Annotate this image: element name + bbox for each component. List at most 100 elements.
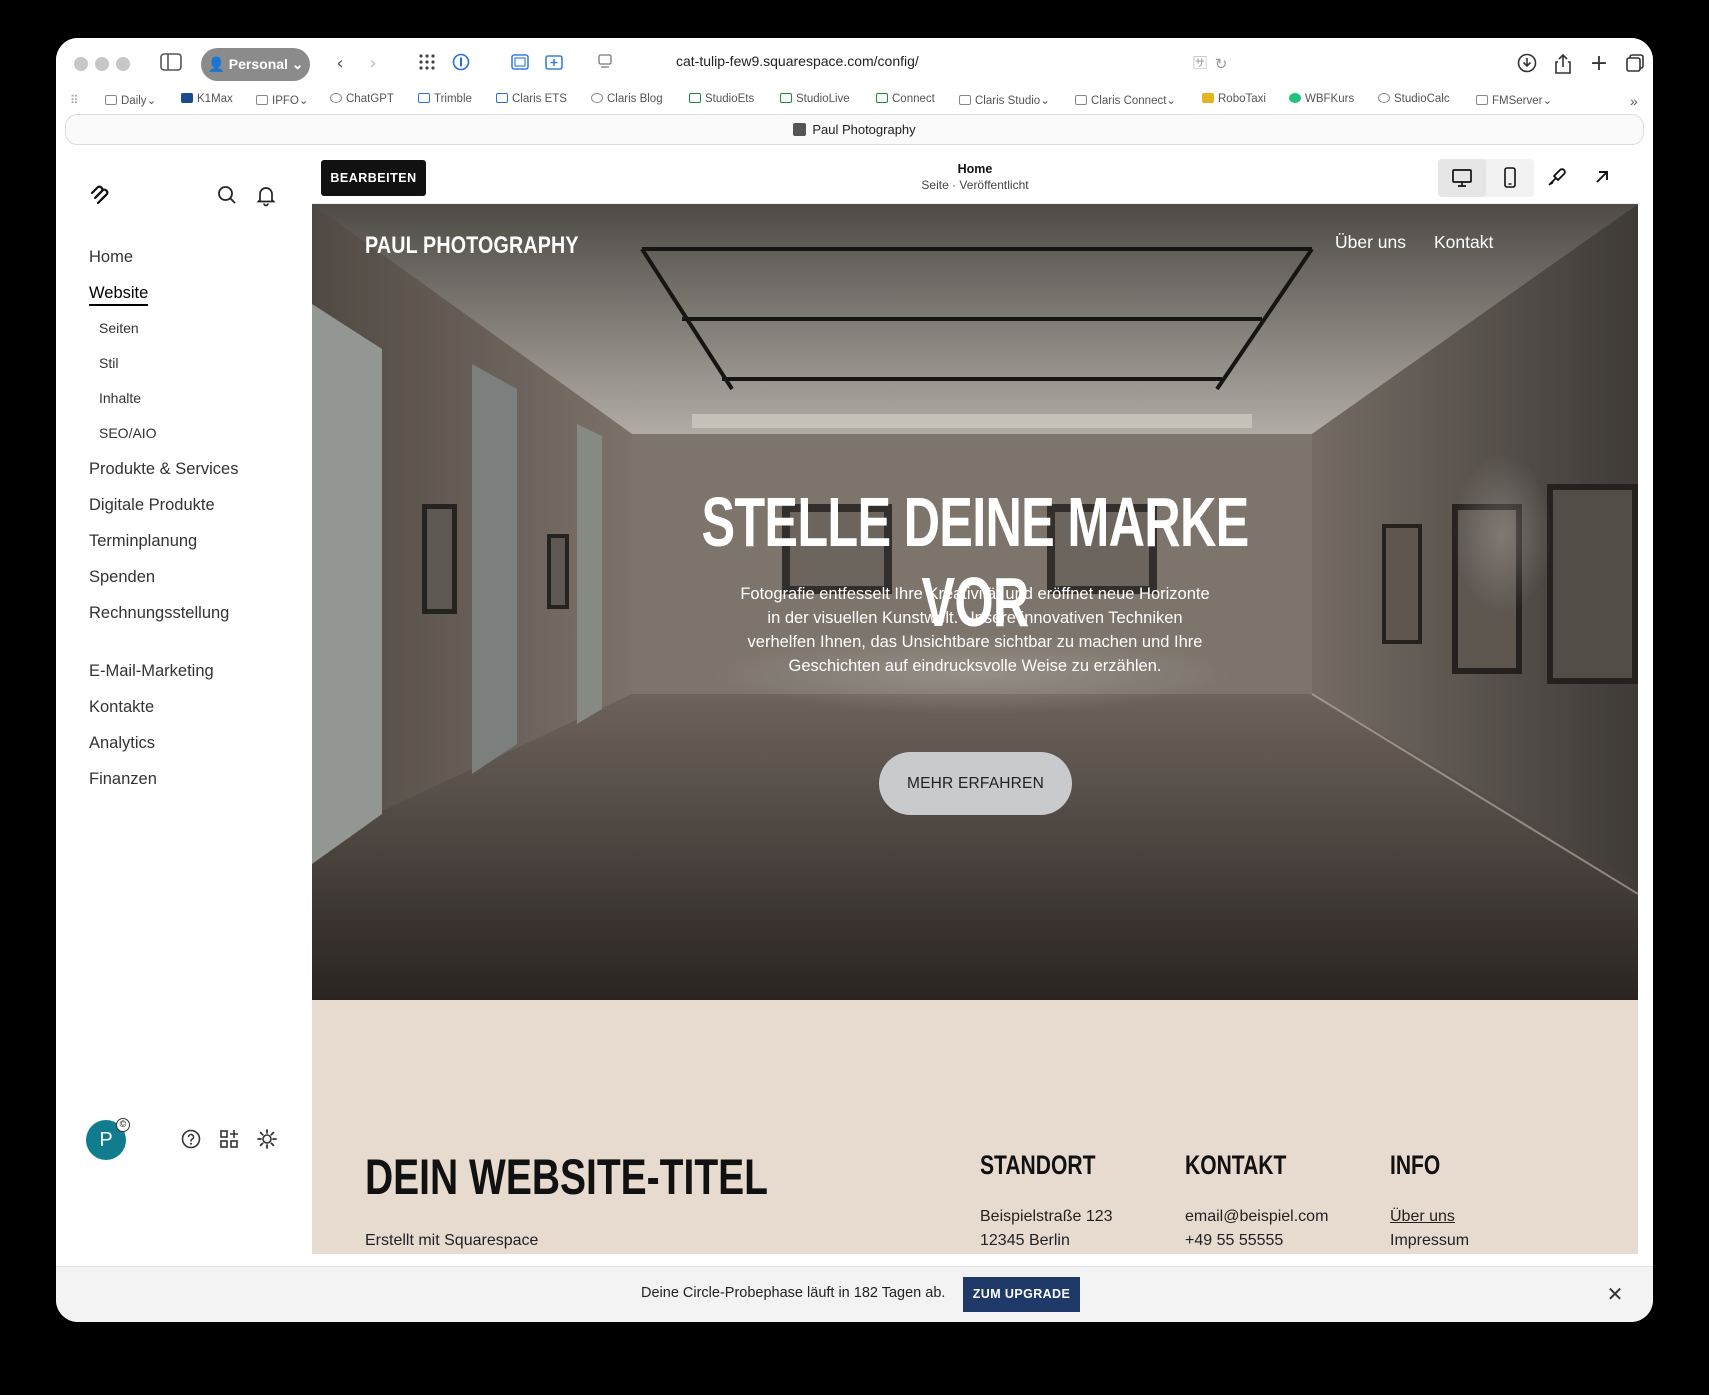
minimize-window-button[interactable] bbox=[95, 57, 109, 71]
hero-section: PAUL PHOTOGRAPHY Über uns Kontakt STELLE… bbox=[312, 204, 1638, 1000]
bookmark-ipfo[interactable]: IPFO⌄ bbox=[256, 93, 308, 107]
bookmark-chatgpt[interactable]: ChatGPT bbox=[330, 93, 394, 105]
sidebar-subitem-inhalte[interactable]: Inhalte bbox=[99, 390, 141, 406]
upgrade-button[interactable]: ZUM UPGRADE bbox=[963, 1277, 1080, 1312]
sidebar-toggle-icon[interactable] bbox=[159, 53, 183, 75]
more-bookmarks-icon[interactable]: » bbox=[1630, 93, 1638, 109]
reader-icon[interactable] bbox=[593, 53, 617, 75]
bookmark-studioets[interactable]: StudioEts bbox=[689, 93, 754, 105]
connect-icon bbox=[876, 93, 888, 103]
help-icon[interactable] bbox=[180, 1128, 202, 1150]
bookmark-claris-blog[interactable]: Claris Blog bbox=[591, 93, 663, 105]
browser-window: 👤 Personal ⌄ ‹ › cat-tulip-few9.squaresp… bbox=[56, 38, 1653, 1322]
mobile-view-button[interactable] bbox=[1486, 159, 1534, 197]
footer-location-line2: 12345 Berlin bbox=[980, 1232, 1070, 1249]
mobile-icon bbox=[1504, 167, 1516, 188]
robotaxi-icon bbox=[1202, 93, 1214, 103]
profile-pill[interactable]: 👤 Personal ⌄ bbox=[201, 48, 310, 81]
tabs-icon[interactable] bbox=[1623, 53, 1647, 75]
bookmark-claris-ets[interactable]: Claris ETS bbox=[496, 93, 567, 105]
close-window-button[interactable] bbox=[74, 57, 88, 71]
site-nav-about[interactable]: Über uns bbox=[1335, 232, 1406, 253]
sidebar-subitem-seo[interactable]: SEO/AIO bbox=[99, 425, 157, 441]
download-icon[interactable] bbox=[1515, 53, 1539, 75]
folder-icon bbox=[1075, 95, 1087, 105]
forward-icon[interactable]: › bbox=[361, 53, 385, 75]
sidebar-item-email-marketing[interactable]: E-Mail-Marketing bbox=[89, 662, 214, 681]
sidebar-item-spenden[interactable]: Spenden bbox=[89, 568, 155, 587]
desktop-view-button[interactable] bbox=[1438, 159, 1486, 197]
close-icon[interactable]: ✕ bbox=[1604, 1283, 1626, 1305]
footer-location-heading: STANDORT bbox=[980, 1150, 1096, 1180]
hero-text: Fotografie entfesselt Ihre Kreativität u… bbox=[740, 585, 1210, 675]
password-icon[interactable] bbox=[449, 53, 473, 75]
sidebar-subitem-stil[interactable]: Stil bbox=[99, 355, 118, 371]
bookmark-connect[interactable]: Connect bbox=[876, 93, 935, 105]
tab-overview-icon[interactable] bbox=[508, 53, 532, 75]
sidebar-item-terminplanung[interactable]: Terminplanung bbox=[89, 532, 197, 551]
apps-icon[interactable] bbox=[218, 1128, 240, 1150]
footer-link-about[interactable]: Über uns bbox=[1390, 1208, 1455, 1226]
tab-title: Paul Photography bbox=[812, 122, 916, 137]
bell-icon[interactable] bbox=[254, 183, 278, 207]
sidebar-item-analytics[interactable]: Analytics bbox=[89, 734, 155, 753]
sidebar-subitem-seiten[interactable]: Seiten bbox=[99, 320, 139, 336]
device-view-toggle bbox=[1438, 159, 1534, 197]
design-brush-icon[interactable] bbox=[1544, 164, 1570, 190]
sidebar-item-produkte[interactable]: Produkte & Services bbox=[89, 460, 238, 479]
new-tab-group-icon[interactable] bbox=[542, 53, 566, 75]
address-bar[interactable]: cat-tulip-few9.squarespace.com/config/ bbox=[676, 53, 1276, 69]
footer-contact-email[interactable]: email@beispiel.com bbox=[1185, 1208, 1328, 1226]
footer-title: DEIN WEBSITE-TITEL bbox=[365, 1149, 768, 1205]
bookmark-studiocalc[interactable]: StudioCalc bbox=[1378, 93, 1450, 105]
footer-link-imprint[interactable]: Impressum bbox=[1390, 1232, 1469, 1250]
bookmarks-grid-icon[interactable]: ⠿ bbox=[70, 93, 78, 107]
bookmark-trimble[interactable]: Trimble bbox=[418, 93, 472, 105]
squarespace-sidebar: Home Website Seiten Stil Inhalte SEO/AIO… bbox=[56, 150, 312, 1254]
search-icon[interactable] bbox=[215, 183, 239, 207]
tab-favicon-icon bbox=[793, 123, 807, 136]
trial-message: Deine Circle-Probephase läuft in 182 Tag… bbox=[641, 1285, 946, 1301]
footer-contact-phone[interactable]: +49 55 55555 bbox=[1185, 1232, 1283, 1250]
new-tab-icon[interactable]: + bbox=[1587, 53, 1611, 75]
grid-apps-icon[interactable] bbox=[415, 53, 439, 75]
editor-toolbar: BEARBEITEN Home Seite · Veröffentlicht bbox=[312, 150, 1638, 204]
page-title: Home bbox=[957, 162, 993, 176]
sidebar-item-kontakte[interactable]: Kontakte bbox=[89, 698, 154, 717]
sidebar-item-finanzen[interactable]: Finanzen bbox=[89, 770, 157, 789]
open-external-icon[interactable] bbox=[1590, 165, 1614, 189]
edit-button[interactable]: BEARBEITEN bbox=[321, 160, 426, 196]
sidebar-item-rechnungsstellung[interactable]: Rechnungsstellung bbox=[89, 604, 229, 623]
bookmark-fmserver[interactable]: FMServer⌄ bbox=[1476, 93, 1552, 107]
bookmarks-bar: ⠿ Daily⌄ K1Max IPFO⌄ ChatGPT Trimble Cla… bbox=[56, 88, 1653, 112]
sidebar-item-website[interactable]: Website bbox=[89, 284, 149, 306]
bookmark-robotaxi[interactable]: RoboTaxi bbox=[1202, 93, 1266, 105]
chatgpt-icon bbox=[330, 93, 342, 103]
share-icon[interactable] bbox=[1551, 53, 1575, 75]
settings-icon[interactable] bbox=[256, 1128, 278, 1150]
folder-icon bbox=[105, 95, 117, 105]
page-status: Seite · Veröffentlicht bbox=[921, 178, 1029, 192]
claris-icon bbox=[496, 93, 508, 103]
site-nav-contact[interactable]: Kontakt bbox=[1434, 232, 1493, 253]
folder-icon bbox=[256, 95, 268, 105]
studio-icon bbox=[689, 93, 701, 103]
sidebar-item-digitale-produkte[interactable]: Digitale Produkte bbox=[89, 496, 215, 515]
bookmark-claris-studio[interactable]: Claris Studio⌄ bbox=[959, 93, 1050, 107]
back-icon[interactable]: ‹ bbox=[328, 53, 352, 75]
bookmark-k1max[interactable]: K1Max bbox=[181, 93, 233, 105]
active-tab[interactable]: Paul Photography bbox=[65, 114, 1644, 145]
site-brand[interactable]: PAUL PHOTOGRAPHY bbox=[365, 232, 579, 260]
bookmark-studiolive[interactable]: StudioLive bbox=[780, 93, 850, 105]
zoom-window-button[interactable] bbox=[116, 57, 130, 71]
footer-location-line1: Beispielstraße 123 bbox=[980, 1208, 1113, 1225]
bookmark-daily[interactable]: Daily⌄ bbox=[105, 93, 156, 107]
bookmark-wbfkurs[interactable]: WBFKurs bbox=[1289, 93, 1354, 105]
bookmark-claris-connect[interactable]: Claris Connect⌄ bbox=[1075, 93, 1176, 107]
folder-icon bbox=[959, 95, 971, 105]
site-footer: DEIN WEBSITE-TITEL Erstellt mit Squaresp… bbox=[312, 1000, 1638, 1254]
sidebar-item-home[interactable]: Home bbox=[89, 248, 133, 267]
reload-icon[interactable]: ↻ bbox=[1209, 53, 1233, 75]
squarespace-logo-icon[interactable] bbox=[88, 183, 112, 207]
hero-cta-button[interactable]: MEHR ERFAHREN bbox=[879, 752, 1072, 815]
